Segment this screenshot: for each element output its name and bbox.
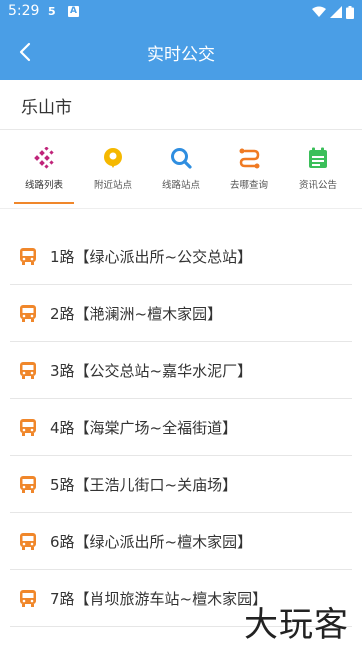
route-item-6[interactable]: 6路【绿心派出所~檀木家园】 xyxy=(10,513,352,570)
route-item-3[interactable]: 3路【公交总站~嘉华水泥厂】 xyxy=(10,342,352,399)
calendar-notice-icon xyxy=(309,147,327,168)
tab-label: 线路列表 xyxy=(24,180,63,191)
page-title: 实时公交 xyxy=(147,45,215,65)
tab-where-query[interactable]: 去哪查询 xyxy=(213,131,285,209)
status-time: 5:29 xyxy=(8,3,40,19)
active-tab-indicator xyxy=(14,202,74,204)
tab-route-list[interactable]: 线路列表 xyxy=(8,131,80,209)
status-bar: 5:29 5 A xyxy=(0,0,362,24)
bus-icon xyxy=(20,590,36,607)
tab-nearby-stops[interactable]: 附近站点 xyxy=(77,131,149,209)
route-label: 3路【公交总站~嘉华水泥厂】 xyxy=(50,362,253,380)
bus-icon xyxy=(20,362,36,379)
route-label: 4路【海棠广场~全福街道】 xyxy=(50,419,238,437)
tab-label: 去哪查询 xyxy=(229,180,268,191)
location-pin-icon xyxy=(104,148,122,168)
wifi-icon xyxy=(312,6,326,17)
tab-label: 线路站点 xyxy=(161,180,200,191)
route-item-4[interactable]: 4路【海棠广场~全福街道】 xyxy=(10,399,352,456)
tab-label: 资讯公告 xyxy=(298,180,337,191)
route-item-1[interactable]: 1路【绿心派出所~公交总站】 xyxy=(10,228,352,285)
status-indicator-a: A xyxy=(68,6,79,17)
bus-icon xyxy=(20,305,36,322)
route-path-icon xyxy=(239,148,260,169)
route-label: 1路【绿心派出所~公交总站】 xyxy=(50,248,253,266)
battery-icon xyxy=(346,5,354,19)
route-label: 6路【绿心派出所~檀木家园】 xyxy=(50,533,253,551)
status-indicator: 5 xyxy=(48,5,56,18)
status-icons xyxy=(312,5,354,19)
bus-icon xyxy=(20,533,36,550)
search-icon xyxy=(171,148,192,169)
bus-icon xyxy=(20,248,36,265)
bus-icon xyxy=(20,419,36,436)
route-item-5[interactable]: 5路【王浩儿街口~关庙场】 xyxy=(10,456,352,513)
route-label: 7路【肖坝旅游车站~檀木家园】 xyxy=(50,590,268,608)
route-list: 1路【绿心派出所~公交总站】 2路【滟澜洲~檀木家园】 3路【公交总站~嘉华水泥… xyxy=(0,228,362,627)
route-label: 2路【滟澜洲~檀木家园】 xyxy=(50,305,223,323)
watermark-logo: 大玩客 xyxy=(244,605,349,645)
route-label: 5路【王浩儿街口~关庙场】 xyxy=(50,476,238,494)
tab-news-notices[interactable]: 资讯公告 xyxy=(282,131,354,209)
tab-route-stops[interactable]: 线路站点 xyxy=(145,131,217,209)
city-name: 乐山市 xyxy=(21,98,72,118)
tab-bar: 线路列表 附近站点 线路站点 去哪查询 资讯公告 xyxy=(0,131,362,209)
tab-label: 附近站点 xyxy=(93,180,132,191)
bus-icon xyxy=(20,476,36,493)
route-item-2[interactable]: 2路【滟澜洲~檀木家园】 xyxy=(10,285,352,342)
route-list-icon xyxy=(34,147,54,169)
app-bar: 实时公交 xyxy=(0,24,362,80)
city-selector[interactable]: 乐山市 xyxy=(0,80,362,130)
signal-icon xyxy=(330,6,342,18)
